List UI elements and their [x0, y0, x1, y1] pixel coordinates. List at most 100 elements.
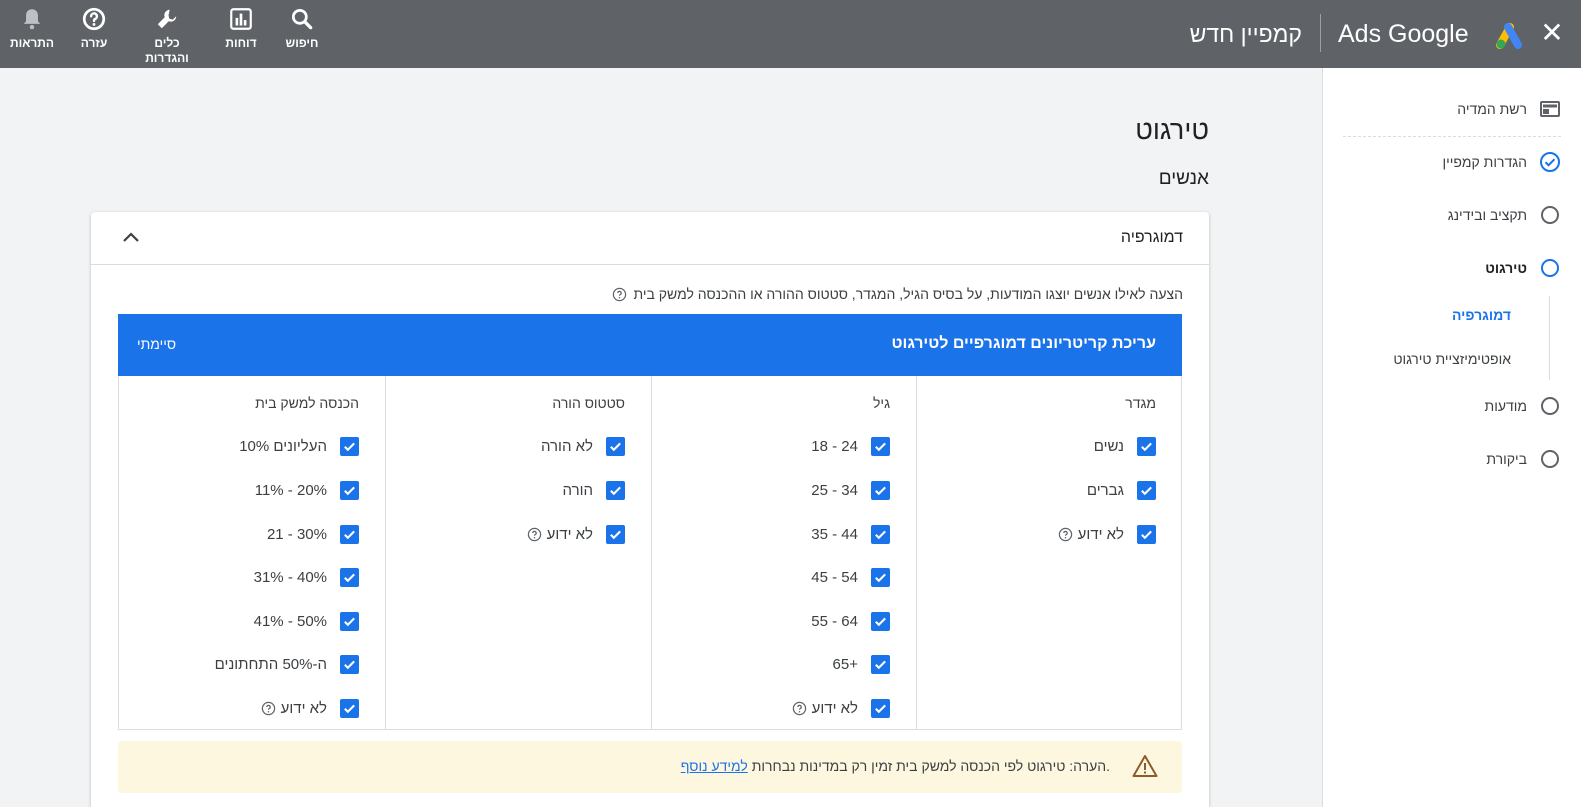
- help-button[interactable]: עזרה: [74, 6, 114, 51]
- demographics-grid: מגדר נשים גברים לא ידוע גיל 18 - 24 25 -…: [118, 376, 1182, 730]
- section-subtitle: אנשים: [1158, 168, 1209, 189]
- option-parent[interactable]: הורה: [563, 479, 625, 501]
- checkbox[interactable]: [340, 567, 359, 587]
- sidebar-item-label: תקציב ובידינג: [1447, 207, 1527, 223]
- option-men[interactable]: גברים: [1087, 479, 1156, 501]
- option-income-11-20[interactable]: 11% - 20%: [255, 479, 359, 501]
- checkbox[interactable]: [606, 524, 625, 544]
- checkbox[interactable]: [340, 524, 359, 544]
- edit-criteria-title: עריכת קריטריונים דמוגרפיים לטירגוט: [891, 335, 1157, 352]
- checkbox[interactable]: [871, 436, 890, 456]
- option-age-45-54[interactable]: 45 - 54: [811, 566, 890, 588]
- option-label: לא ידוע: [280, 699, 327, 717]
- option-parental-unknown[interactable]: לא ידוע: [527, 523, 625, 545]
- option-age-25-34[interactable]: 25 - 34: [811, 479, 890, 501]
- checkbox[interactable]: [871, 654, 890, 674]
- option-label: 31% - 40%: [253, 568, 327, 586]
- option-income-top-10[interactable]: 10% העליונים: [239, 435, 359, 457]
- option-label: נשים: [1093, 437, 1124, 455]
- sidebar-item-display-network[interactable]: רשת המדיה: [1457, 97, 1561, 121]
- gender-column: מגדר נשים גברים לא ידוע: [916, 376, 1182, 729]
- page-name: קמפיין חדש: [1189, 21, 1302, 47]
- option-income-31-40[interactable]: 31% - 40%: [254, 566, 359, 588]
- reports-button[interactable]: דוחות: [221, 6, 261, 51]
- search-button[interactable]: חיפוש: [282, 6, 322, 51]
- help-icon[interactable]: [527, 527, 542, 542]
- help-icon[interactable]: [1058, 527, 1073, 542]
- checkbox[interactable]: [1137, 524, 1156, 544]
- option-age-55-64[interactable]: 55 - 64: [811, 610, 890, 632]
- google-ads-logo: [1496, 17, 1532, 49]
- help-icon[interactable]: [261, 701, 276, 716]
- checkbox[interactable]: [340, 480, 359, 500]
- column-header: גיל: [873, 395, 890, 411]
- option-age-unknown[interactable]: לא ידוע: [792, 697, 890, 719]
- sidebar-item-label: רשת המדיה: [1457, 101, 1527, 117]
- chevron-up-icon[interactable]: [119, 226, 143, 250]
- checkbox[interactable]: [1137, 480, 1156, 500]
- option-gender-unknown[interactable]: לא ידוע: [1058, 523, 1156, 545]
- checkbox[interactable]: [871, 524, 890, 544]
- option-income-21-30[interactable]: 21 - 30%: [267, 523, 359, 545]
- sidebar-subitem-targeting-optimization[interactable]: אופטימיזציית טירגוט: [1393, 351, 1511, 367]
- card-description-row: הצעה לאילו אנשים יוצגו המודעות, על בסיס …: [612, 286, 1183, 302]
- notifications-button[interactable]: התראות: [6, 6, 58, 51]
- option-label: 18 - 24: [811, 437, 858, 455]
- campaign-steps-sidebar: רשת המדיה הגדרות קמפיין תקציב ובידינג טי…: [1322, 68, 1581, 807]
- card-header[interactable]: דמוגרפיה: [91, 212, 1209, 265]
- checkbox[interactable]: [340, 654, 359, 674]
- option-label: 41% - 50%: [253, 612, 327, 630]
- learn-more-link[interactable]: למידע נוסף: [681, 758, 748, 774]
- wrench-icon: [154, 6, 180, 32]
- note-text-row: הערה: טירגוט לפי הכנסה למשק בית זמין רק …: [681, 758, 1110, 774]
- help-icon[interactable]: [792, 701, 807, 716]
- done-button[interactable]: סיימתי: [137, 336, 176, 352]
- checkbox[interactable]: [1137, 436, 1156, 456]
- sidebar-item-label: טירגוט: [1485, 260, 1527, 276]
- option-label: הורה: [562, 481, 593, 499]
- sidebar-item-review[interactable]: ביקורת: [1486, 447, 1561, 471]
- checkbox[interactable]: [340, 698, 359, 718]
- option-label: 25 - 34: [811, 481, 858, 499]
- empty-circle-icon: [1539, 448, 1561, 470]
- option-age-65-plus[interactable]: 65+: [833, 653, 890, 675]
- option-women[interactable]: נשים: [1094, 435, 1156, 457]
- help-icon: [81, 6, 107, 32]
- checkbox[interactable]: [606, 436, 625, 456]
- help-icon[interactable]: [612, 287, 627, 302]
- column-header: מגדר: [1125, 395, 1156, 411]
- option-label: 10% העליונים: [239, 437, 327, 455]
- option-age-35-44[interactable]: 35 - 44: [811, 523, 890, 545]
- page-title: טירגוט: [1135, 115, 1209, 145]
- help-label: עזרה: [80, 36, 108, 50]
- sidebar-divider: [1343, 136, 1561, 137]
- checkbox[interactable]: [871, 567, 890, 587]
- current-circle-icon: [1539, 257, 1561, 279]
- checkbox[interactable]: [606, 480, 625, 500]
- option-label: 45 - 54: [811, 568, 858, 586]
- option-income-bottom-50[interactable]: ה-50% התחתונים: [215, 653, 359, 675]
- sidebar-item-label: ביקורת: [1486, 451, 1527, 467]
- option-label: 21 - 30%: [266, 525, 327, 543]
- column-header: סטטוס הורה: [552, 395, 625, 411]
- option-age-18-24[interactable]: 18 - 24: [811, 435, 890, 457]
- sidebar-item-budget-bidding[interactable]: תקציב ובידינג: [1448, 203, 1561, 227]
- sidebar-subitem-demographics[interactable]: דמוגרפיה: [1452, 307, 1511, 323]
- display-network-icon: [1539, 98, 1561, 120]
- close-icon[interactable]: ✕: [1537, 18, 1567, 48]
- option-not-parent[interactable]: לא הורה: [541, 435, 625, 457]
- sidebar-item-campaign-settings[interactable]: הגדרות קמפיין: [1442, 150, 1561, 174]
- checkbox[interactable]: [871, 698, 890, 718]
- option-income-41-50[interactable]: 41% - 50%: [254, 610, 359, 632]
- sidebar-item-targeting[interactable]: טירגוט: [1485, 256, 1561, 280]
- checkbox[interactable]: [340, 436, 359, 456]
- tools-settings-button[interactable]: כלים והגדרות: [137, 6, 197, 66]
- checkbox[interactable]: [871, 611, 890, 631]
- warning-icon: [1132, 754, 1158, 778]
- column-header: הכנסה למשק בית: [255, 395, 359, 411]
- checkbox[interactable]: [871, 480, 890, 500]
- household-income-column: הכנסה למשק בית 10% העליונים 11% - 20% 21…: [119, 376, 385, 729]
- sidebar-item-ads[interactable]: מודעות: [1485, 394, 1561, 418]
- checkbox[interactable]: [340, 611, 359, 631]
- option-income-unknown[interactable]: לא ידוע: [261, 697, 359, 719]
